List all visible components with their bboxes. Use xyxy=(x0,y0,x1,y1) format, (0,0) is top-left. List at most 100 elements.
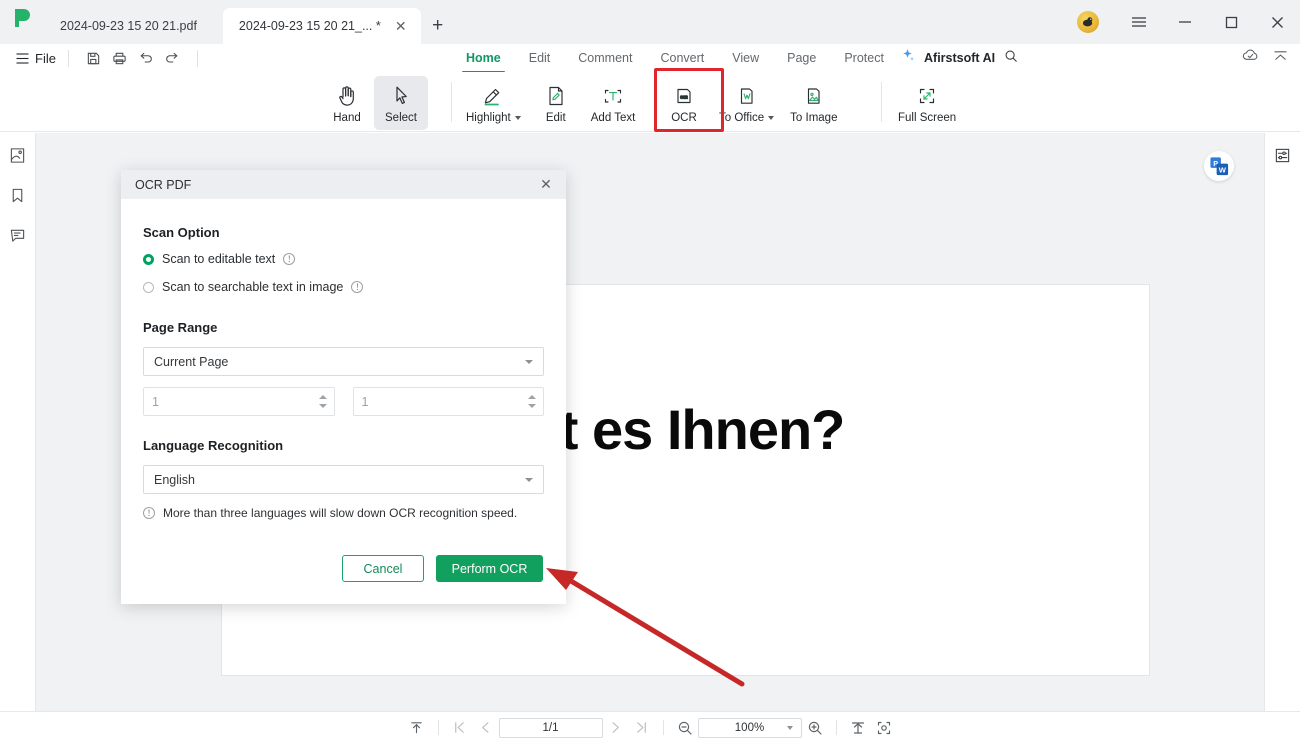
ribbon-tab-comment[interactable]: Comment xyxy=(564,45,646,71)
next-page-icon[interactable] xyxy=(603,716,629,740)
window-controls xyxy=(1070,0,1300,44)
redo-icon[interactable] xyxy=(159,47,185,69)
ribbon-button-full-screen[interactable]: Full Screen xyxy=(890,76,964,130)
ai-label[interactable]: Afirstsoft AI xyxy=(924,51,995,65)
comments-icon[interactable] xyxy=(6,223,30,247)
collapse-ribbon-icon[interactable] xyxy=(1273,49,1288,68)
to-image-icon xyxy=(802,83,826,109)
bookmarks-icon[interactable] xyxy=(6,183,30,207)
close-button[interactable] xyxy=(1254,0,1300,44)
file-menu-label: File xyxy=(35,50,56,66)
dialog-title: OCR PDF xyxy=(135,177,192,192)
document-tab-1[interactable]: 2024-09-23 15 20 21.pdf xyxy=(44,8,223,44)
print-icon[interactable] xyxy=(107,47,133,69)
ribbon: Hand Select Highlight Edit Add Text OCR … xyxy=(0,72,1300,132)
ribbon-label: Edit xyxy=(545,112,566,124)
info-icon[interactable]: ! xyxy=(351,281,364,293)
save-as-icon[interactable] xyxy=(81,47,107,69)
stepper-up-icon xyxy=(318,395,327,399)
stepper-arrows[interactable] xyxy=(318,388,327,415)
cursor-icon xyxy=(391,83,411,109)
add-text-icon xyxy=(601,83,625,109)
user-avatar[interactable] xyxy=(1070,0,1116,44)
zoom-in-icon[interactable] xyxy=(802,716,828,740)
cloud-sync-icon[interactable] xyxy=(1242,48,1259,68)
radio-indicator[interactable] xyxy=(143,281,154,293)
radio-scan-editable-text[interactable]: Scan to editable text ! xyxy=(143,252,544,266)
fit-page-icon[interactable] xyxy=(871,716,897,740)
search-icon[interactable] xyxy=(1004,49,1018,68)
properties-panel-icon[interactable] xyxy=(1271,143,1295,167)
perform-ocr-button[interactable]: Perform OCR xyxy=(436,555,543,582)
radio-scan-searchable-text[interactable]: Scan to searchable text in image ! xyxy=(143,280,544,294)
last-page-icon[interactable] xyxy=(629,716,655,740)
ribbon-label: Hand xyxy=(333,112,361,124)
page-range-to-value: 1 xyxy=(361,394,369,409)
edit-document-icon xyxy=(545,83,567,109)
minimize-button[interactable] xyxy=(1162,0,1208,44)
ribbon-tab-protect[interactable]: Protect xyxy=(830,45,898,71)
page-range-heading: Page Range xyxy=(143,320,218,335)
ribbon-button-add-text[interactable]: Add Text xyxy=(583,76,644,130)
radio-label: Scan to searchable text in image xyxy=(162,280,344,294)
hand-icon xyxy=(336,83,358,109)
previous-page-icon[interactable] xyxy=(473,716,499,740)
page-range-from-value: 1 xyxy=(152,394,159,409)
tab-close-icon[interactable]: ✕ xyxy=(391,16,411,36)
info-icon: ! xyxy=(143,507,155,519)
ribbon-tab-page[interactable]: Page xyxy=(773,45,830,71)
undo-icon[interactable] xyxy=(133,47,159,69)
page-range-value: Current Page xyxy=(154,354,229,369)
ribbon-tab-home[interactable]: Home xyxy=(452,45,515,73)
ribbon-group-tools: Hand Select xyxy=(320,72,428,132)
cancel-button[interactable]: Cancel xyxy=(342,555,424,582)
chevron-down-icon[interactable] xyxy=(514,116,521,120)
maximize-button[interactable] xyxy=(1208,0,1254,44)
ribbon-label: Select xyxy=(385,112,417,124)
page-range-select[interactable]: Current Page xyxy=(143,347,544,376)
page-range-inputs: 1 1 xyxy=(143,387,544,416)
full-screen-icon xyxy=(915,83,939,109)
document-tab-2[interactable]: 2024-09-23 15 20 21_... * ✕ xyxy=(222,8,421,44)
ribbon-button-edit[interactable]: Edit xyxy=(529,76,583,130)
ribbon-button-hand[interactable]: Hand xyxy=(320,76,374,130)
page-number-input[interactable]: 1/1 xyxy=(498,717,603,738)
info-icon[interactable]: ! xyxy=(283,253,296,265)
radio-indicator[interactable] xyxy=(143,253,154,265)
ribbon-label: To Image xyxy=(790,112,838,124)
ribbon-tab-edit[interactable]: Edit xyxy=(515,45,565,71)
thumbnails-icon[interactable] xyxy=(6,143,30,167)
stepper-down-icon xyxy=(528,404,536,408)
word-to-pdf-badge-icon[interactable]: P W xyxy=(1204,151,1234,181)
chevron-down-icon[interactable] xyxy=(768,116,775,120)
chevron-down-icon xyxy=(525,359,533,364)
fit-width-icon[interactable] xyxy=(845,716,871,740)
scroll-top-icon[interactable] xyxy=(404,716,430,740)
ribbon-group-annotate: Highlight Edit Add Text xyxy=(458,72,643,132)
svg-text:W: W xyxy=(1218,165,1226,174)
new-tab-button[interactable]: + xyxy=(421,9,455,43)
dialog-close-icon[interactable]: ✕ xyxy=(536,175,556,195)
page-range-from-stepper[interactable]: 1 xyxy=(143,387,335,416)
ribbon-tab-view[interactable]: View xyxy=(718,45,773,71)
language-select[interactable]: English xyxy=(143,465,544,494)
ribbon-button-to-image[interactable]: To Image xyxy=(782,76,845,130)
language-recognition-heading: Language Recognition xyxy=(143,438,284,453)
ribbon-right-actions xyxy=(1242,44,1288,72)
hamburger-icon xyxy=(16,52,29,64)
zoom-level-select[interactable]: 100% xyxy=(697,717,802,738)
ribbon-button-select[interactable]: Select xyxy=(374,76,428,130)
ribbon-button-highlight[interactable]: Highlight xyxy=(458,76,529,130)
stepper-arrows[interactable] xyxy=(528,388,536,415)
app-menu-button[interactable] xyxy=(1116,0,1162,44)
zoom-out-icon[interactable] xyxy=(672,716,698,740)
page-range-to-stepper[interactable]: 1 xyxy=(352,387,544,416)
chevron-down-icon xyxy=(525,477,533,482)
ai-region: Afirstsoft AI xyxy=(900,44,1018,72)
sparkle-icon xyxy=(900,48,915,68)
first-page-icon[interactable] xyxy=(447,716,473,740)
ribbon-group-view: Full Screen xyxy=(890,72,964,132)
avatar xyxy=(1077,11,1099,33)
file-menu-button[interactable]: File xyxy=(16,51,56,66)
language-note-text: More than three languages will slow down… xyxy=(163,506,518,520)
